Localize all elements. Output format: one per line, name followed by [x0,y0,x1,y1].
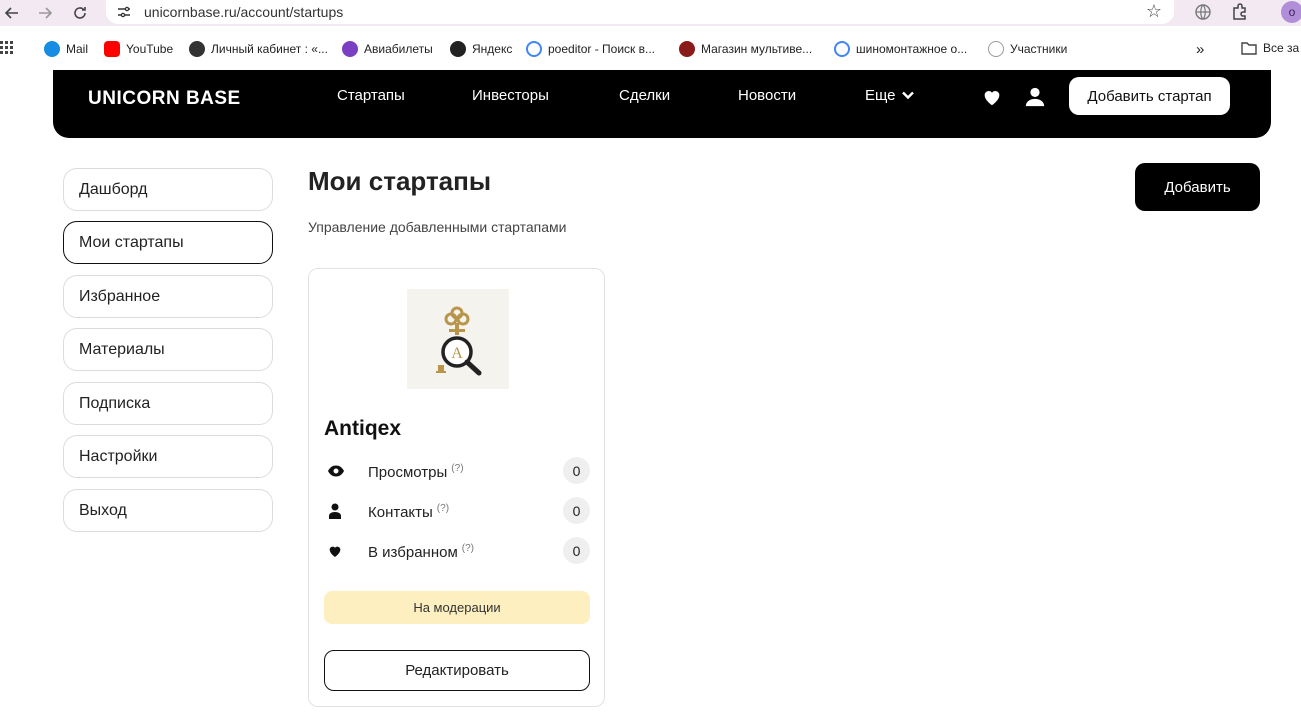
stat-contacts-label: Контакты (?) [368,503,449,521]
stat-contacts-count: 0 [563,497,590,524]
folder-icon [1241,42,1257,55]
startup-card: A Antiqex Просмотры (?) 0 Контакты (?) 0 В… [308,268,605,707]
bookmarks-more-icon[interactable]: » [1196,41,1204,58]
sidebar-item-subscription[interactable]: Подписка [63,382,273,425]
bookmark-participants[interactable]: Участники [988,41,1067,57]
google-favicon-icon [834,41,850,57]
stat-label-text: В избранном [368,544,458,561]
bookmark-personal-cabinet[interactable]: Личный кабинет : «... [189,41,328,57]
all-bookmarks[interactable]: Все за [1241,41,1299,55]
nav-more-label: Еще [865,87,896,104]
stat-favorites: В избранном (?) 0 [324,537,590,565]
stat-views-label: Просмотры (?) [368,463,464,481]
nav-more[interactable]: Еще [865,87,914,104]
bookmark-multiverse-shop[interactable]: Магазин мультиве... [679,41,812,57]
yandex-favicon-icon [450,41,466,57]
bookmark-label: Авиабилеты [364,42,433,56]
bookmarks-bar: Mail YouTube Личный кабинет : «... Авиаб… [0,36,1301,62]
status-badge: На модерации [324,591,590,624]
bookmark-label: Яндекс [472,42,513,56]
bookmark-label: YouTube [126,42,174,56]
sidebar-item-dashboard[interactable]: Дашборд [63,168,273,211]
bookmark-flights[interactable]: Авиабилеты [342,41,433,57]
stat-views-count: 0 [563,457,590,484]
bookmark-youtube[interactable]: YouTube [104,41,173,57]
youtube-favicon-icon [104,41,120,57]
translate-icon[interactable] [1193,2,1213,22]
browser-toolbar: unicornbase.ru/account/startups ☆ o [0,0,1301,26]
stat-label-text: Просмотры [368,464,448,481]
url-text[interactable]: unicornbase.ru/account/startups [144,4,343,20]
startup-name[interactable]: Antiqex [324,417,401,441]
bookmark-star-icon[interactable]: ☆ [1146,1,1162,22]
add-startup-button[interactable]: Добавить стартап [1069,77,1230,115]
heart-icon [327,543,343,559]
nav-deals[interactable]: Сделки [619,87,670,104]
shop-favicon-icon [679,41,695,57]
sidebar-item-favorites[interactable]: Избранное [63,275,273,318]
bookmark-mail[interactable]: Mail [44,41,88,57]
startup-logo: A [407,289,509,389]
bookmark-tire-service[interactable]: шиномонтажное о... [834,41,967,57]
stat-help-hint[interactable]: (?) [437,503,449,514]
nav-investors[interactable]: Инвесторы [472,87,549,104]
flights-favicon-icon [342,41,358,57]
google-favicon-icon [526,41,542,57]
sidebar-item-my-startups[interactable]: Мои стартапы [63,221,273,264]
stat-favorites-label: В избранном (?) [368,543,474,561]
user-icon [327,503,343,519]
globe-favicon-icon [988,41,1004,57]
site-logo[interactable]: UNICORN BASE [88,88,241,110]
page-subtitle: Управление добавленными стартапами [308,219,567,235]
apps-icon[interactable] [0,41,14,55]
all-bookmarks-label: Все за [1263,41,1300,55]
stat-help-hint[interactable]: (?) [451,463,463,474]
nav-news[interactable]: Новости [738,87,796,104]
stat-help-hint[interactable]: (?) [462,543,474,554]
bookmark-label: Магазин мультиве... [701,42,813,56]
sidebar-item-logout[interactable]: Выход [63,489,273,532]
eye-icon [327,463,344,479]
back-icon[interactable] [2,3,22,23]
reload-icon[interactable] [70,3,90,23]
site-settings-icon[interactable] [116,4,132,20]
stat-label-text: Контакты [368,504,433,521]
add-button[interactable]: Добавить [1135,163,1260,211]
mail-favicon-icon [44,41,60,57]
sidebar-item-materials[interactable]: Материалы [63,328,273,371]
edit-button[interactable]: Редактировать [324,650,590,691]
antique-key-magnifier-icon: A [436,306,482,376]
bookmark-label: шиномонтажное о... [856,42,968,56]
favorites-heart-icon[interactable] [981,86,1003,108]
bookmark-yandex[interactable]: Яндекс [450,41,512,57]
user-account-icon[interactable] [1024,86,1046,108]
stat-views: Просмотры (?) 0 [324,457,590,485]
chevron-down-icon [901,91,914,100]
stat-favorites-count: 0 [563,537,590,564]
page-title: Мои стартапы [308,166,492,196]
nav-startups[interactable]: Стартапы [337,87,405,104]
profile-avatar[interactable]: o [1281,1,1301,23]
forward-icon[interactable] [35,3,55,23]
sidebar-item-settings[interactable]: Настройки [63,435,273,478]
bookmark-label: poeditor - Поиск в... [548,42,655,56]
extensions-icon[interactable] [1229,2,1249,22]
stat-contacts: Контакты (?) 0 [324,497,590,525]
globe-favicon-icon [189,41,205,57]
logo-letter: A [451,345,463,362]
bookmark-poeditor[interactable]: poeditor - Поиск в... [526,41,655,57]
bookmark-label: Mail [66,42,89,56]
bookmark-label: Личный кабинет : «... [211,42,328,56]
address-bar[interactable]: unicornbase.ru/account/startups ☆ [106,0,1174,24]
bookmark-label: Участники [1010,42,1068,56]
site-header: UNICORN BASE Стартапы Инвесторы Сделки Н… [53,70,1271,138]
